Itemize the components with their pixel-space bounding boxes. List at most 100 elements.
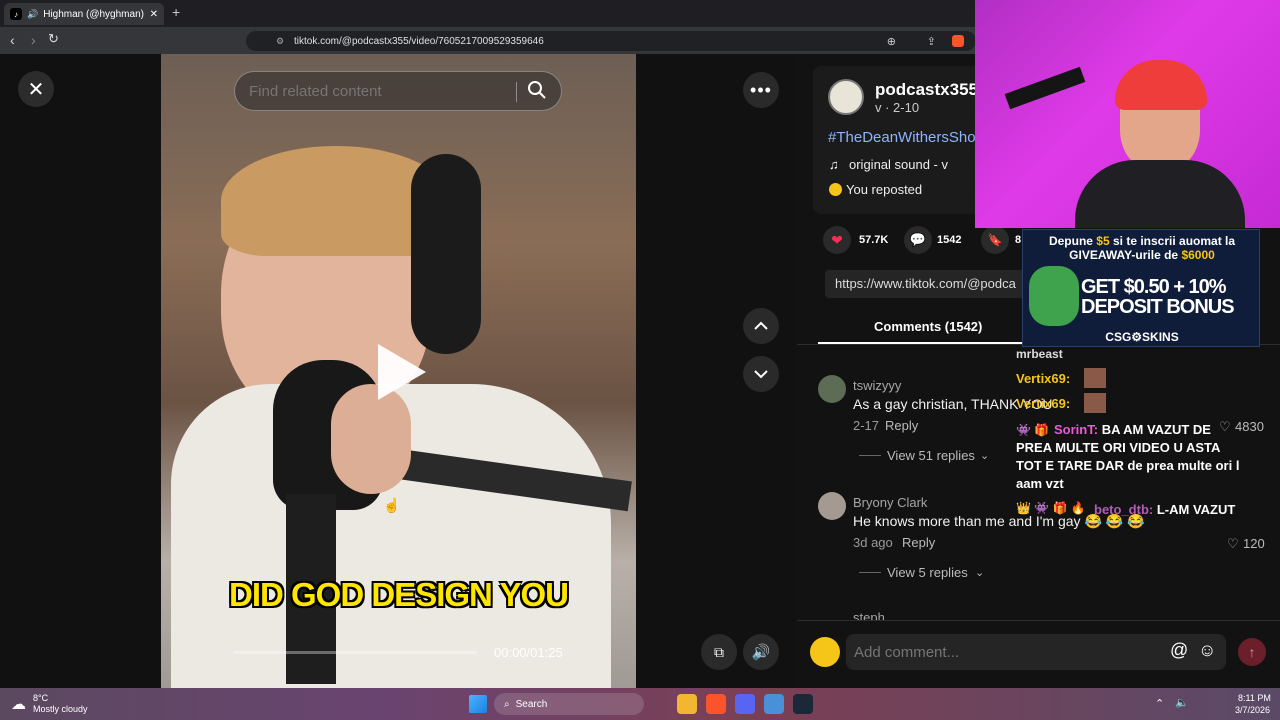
- reload-icon[interactable]: ↻: [48, 31, 59, 47]
- comment-avatar[interactable]: [818, 492, 846, 520]
- tiktok-favicon-icon: ♪: [10, 8, 22, 20]
- author-avatar[interactable]: [828, 79, 864, 115]
- close-viewer-button[interactable]: ✕: [18, 71, 54, 107]
- ad-text: GIVEAWAY-urile de: [1069, 248, 1182, 262]
- video-search-bar[interactable]: [234, 71, 562, 111]
- chevron-down-icon: ⌄: [975, 567, 985, 579]
- ad-line-1: Depune $5 si te inscrii auomat la: [1023, 234, 1261, 248]
- user-avatar[interactable]: [810, 637, 840, 667]
- hashtag-link[interactable]: #TheDeanWithersSho: [828, 129, 988, 146]
- search-icon: ⌕: [504, 698, 510, 710]
- taskbar-search[interactable]: ⌕ Search: [494, 693, 644, 715]
- comment-avatar[interactable]: [818, 375, 846, 403]
- comment-user[interactable]: Bryony Clark: [853, 495, 927, 510]
- taskbar-search-label: Search: [515, 698, 548, 710]
- comment-input[interactable]: [854, 643, 1154, 661]
- repost-emoji-icon: [829, 183, 842, 196]
- comment-count: 1542: [937, 234, 962, 246]
- view-replies-button[interactable]: View 51 replies: [887, 448, 975, 463]
- save-button[interactable]: 🔖: [981, 226, 1009, 254]
- clock-date[interactable]: 3/7/2026: [1235, 705, 1270, 715]
- music-note-icon: ♫: [829, 157, 839, 172]
- author-name[interactable]: podcastx355: [875, 80, 978, 100]
- next-video-button[interactable]: [743, 356, 779, 392]
- discord-icon[interactable]: [735, 694, 755, 714]
- mention-icon[interactable]: @: [1170, 640, 1188, 661]
- new-tab-button[interactable]: +: [172, 4, 180, 20]
- weather-icon[interactable]: ☁: [11, 695, 26, 713]
- previous-video-button[interactable]: [743, 308, 779, 344]
- search-input[interactable]: [249, 82, 499, 100]
- file-explorer-icon[interactable]: [677, 694, 697, 714]
- browser-tab[interactable]: ♪ 🔊 Highman (@hyghman) | TikTo ✕: [4, 3, 164, 25]
- volume-button[interactable]: 🔊: [743, 634, 779, 670]
- comment-input-box[interactable]: @ ☺: [846, 634, 1226, 670]
- ad-amount: $5: [1096, 234, 1110, 248]
- chevron-down-icon: ⌄: [980, 450, 990, 462]
- sponsor-banner: Depune $5 si te inscrii auomat la GIVEAW…: [1022, 229, 1260, 347]
- ad-line-2: GIVEAWAY-urile de $6000: [1023, 248, 1261, 262]
- mouse-cursor: ☝: [383, 497, 401, 513]
- calculator-icon[interactable]: [764, 694, 784, 714]
- forward-icon[interactable]: ›: [31, 32, 36, 48]
- post-comment-button[interactable]: ↑: [1238, 638, 1266, 666]
- emoji-icon[interactable]: ☺: [1198, 640, 1216, 661]
- clock-time[interactable]: 8:11 PM: [1238, 693, 1271, 703]
- progress-track[interactable]: [234, 651, 477, 654]
- more-options-button[interactable]: •••: [743, 72, 779, 108]
- ad-amount: $6000: [1181, 248, 1215, 262]
- share-url-box[interactable]: https://www.tiktok.com/@podca: [825, 270, 1025, 298]
- reply-button[interactable]: Reply: [885, 418, 918, 433]
- comment-user[interactable]: steph: [853, 610, 885, 620]
- ad-text: si te inscrii auomat la: [1109, 234, 1236, 248]
- close-tab-icon[interactable]: ✕: [150, 9, 158, 20]
- site-info-icon[interactable]: ⚙: [276, 36, 284, 47]
- share-icon[interactable]: ⇪: [927, 35, 936, 48]
- heart-outline-icon[interactable]: ♡: [1227, 536, 1239, 552]
- tab-comments[interactable]: Comments (1542): [874, 319, 982, 334]
- zoom-icon[interactable]: ⊕: [887, 35, 896, 48]
- chevron-up-icon: [754, 321, 768, 330]
- hand: [331, 384, 411, 494]
- like-count: 57.7K: [859, 234, 889, 246]
- back-icon[interactable]: ‹: [10, 32, 15, 48]
- ad-text: Depune: [1048, 234, 1097, 248]
- reply-button[interactable]: Reply: [902, 535, 935, 550]
- play-icon[interactable]: [378, 344, 426, 400]
- tray-chevron-up-icon[interactable]: ⌃: [1155, 697, 1164, 710]
- comment-date: 2-17: [853, 418, 880, 433]
- address-bar[interactable]: ⚙ tiktok.com/@podcastx355/video/76052170…: [246, 31, 976, 51]
- comment-user[interactable]: tswizyyy: [853, 378, 901, 393]
- floating-player-button[interactable]: ⧉: [701, 634, 737, 670]
- reposted-label: You reposted: [846, 182, 923, 197]
- ad-mascot: [1029, 266, 1079, 326]
- replies-line: [859, 572, 881, 573]
- start-button[interactable]: [469, 695, 487, 713]
- streamer-beanie: [1115, 60, 1207, 110]
- like-button[interactable]: ❤: [823, 226, 851, 254]
- steam-icon[interactable]: [793, 694, 813, 714]
- network-icon[interactable]: 🔈: [1175, 696, 1189, 709]
- sound-link[interactable]: original sound - v: [849, 157, 948, 172]
- chat-user: beto_dtb:: [1094, 502, 1154, 517]
- brave-icon[interactable]: [706, 694, 726, 714]
- streamer-mic: [1004, 66, 1086, 110]
- url-text: tiktok.com/@podcastx355/video/7605217009…: [294, 35, 544, 47]
- comment-button[interactable]: 💬: [904, 226, 932, 254]
- chat-text: L-AM VAZUT: [1156, 502, 1236, 517]
- weather-temp[interactable]: 8°C: [33, 693, 48, 703]
- brave-shield-icon[interactable]: [952, 35, 964, 47]
- save-count: 8: [1015, 234, 1022, 246]
- chat-message: beto_dtb: L-AM VAZUT: [1094, 502, 1235, 517]
- chat-user: Vertix69:: [1016, 396, 1071, 411]
- video-player[interactable]: DID GOD DESIGN YOU 00:00/01:25: [161, 54, 636, 688]
- video-time: 00:00/01:25: [494, 645, 563, 660]
- view-replies-button[interactable]: View 5 replies: [887, 565, 968, 580]
- author-meta: v · 2-10: [875, 100, 920, 115]
- chevron-down-icon: [754, 370, 768, 379]
- chat-emote-icon: [1084, 393, 1106, 413]
- comment-likes: 120: [1243, 536, 1265, 551]
- ad-big-2: DEPOSIT BONUS: [1081, 296, 1235, 318]
- weather-desc[interactable]: Mostly cloudy: [33, 704, 88, 714]
- search-icon[interactable]: [527, 80, 547, 100]
